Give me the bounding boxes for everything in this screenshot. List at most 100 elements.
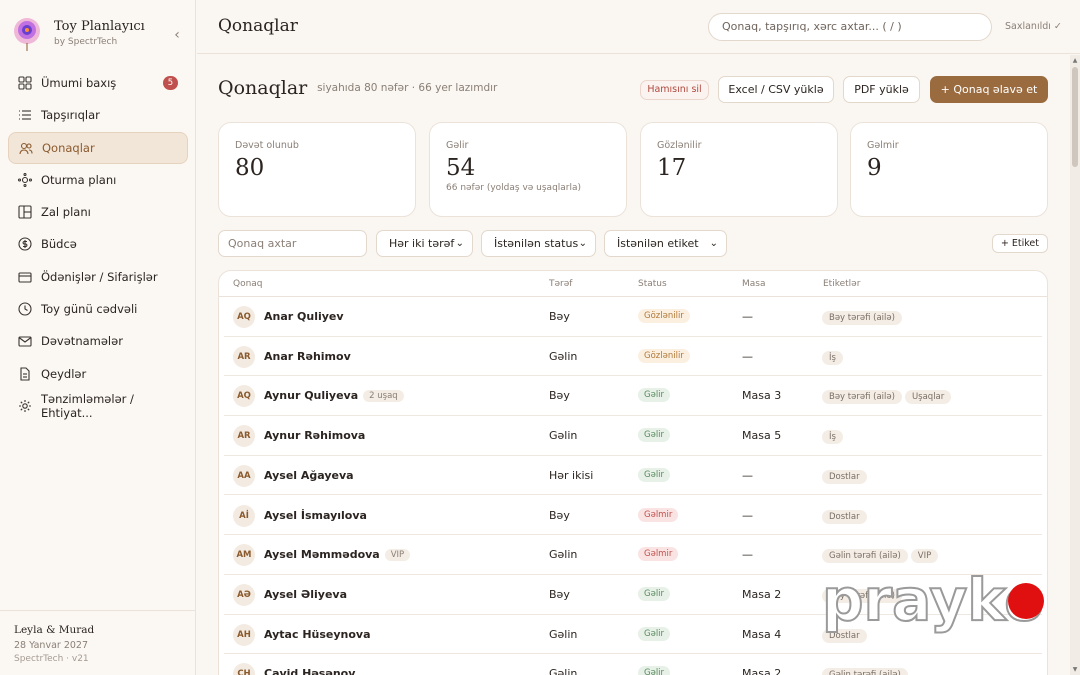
chevron-down-icon: ⌄ <box>709 238 718 249</box>
guest-side: Gəlin <box>549 429 578 443</box>
status-badge[interactable]: Gözlənilir <box>638 348 690 363</box>
sidebar-item-seating[interactable]: Oturma planı <box>8 164 188 196</box>
scroll-up-icon[interactable]: ▲ <box>1071 57 1079 64</box>
status-filter-select[interactable]: İstənilən status ⌄ <box>481 230 596 257</box>
tag-chip[interactable]: Dostlar <box>822 469 867 484</box>
status-badge[interactable]: Gəlir <box>638 666 671 675</box>
tag-list: İş <box>822 428 846 445</box>
users-icon <box>19 141 33 155</box>
guest-name[interactable]: Aynur Quliyeva 2 uşaq <box>264 389 404 403</box>
guest-name-text: Anar Quliyev <box>264 310 344 323</box>
guest-table-number: — <box>742 310 753 323</box>
table-row[interactable]: AA Aysel Ağayeva Hər ikisi Gəlir — Dostlar <box>224 456 1042 496</box>
column-header-table[interactable]: Masa <box>742 279 765 289</box>
status-badge[interactable]: Gəlir <box>638 388 671 403</box>
delete-all-button[interactable]: Hamısını sil <box>640 80 709 100</box>
scrollbar-thumb[interactable] <box>1072 67 1078 167</box>
guest-name[interactable]: Cavid Həsənov <box>264 667 355 675</box>
sidebar-item-overview[interactable]: Ümumi baxış 5 <box>8 67 188 99</box>
sidebar-item-notes[interactable]: Qeydlər <box>8 358 188 390</box>
stat-value: 54 <box>446 155 476 181</box>
card-icon <box>18 270 32 284</box>
avatar: Aİ <box>233 504 255 527</box>
guest-table-number: — <box>742 548 753 562</box>
sidebar-item-schedule[interactable]: Toy günü cədvəli <box>8 293 188 325</box>
column-header-guest[interactable]: Qonaq <box>233 279 263 289</box>
sidebar-nav: Ümumi baxış 5 Tapşırıqlar Qonaqlar Oturm… <box>8 67 188 422</box>
guest-side: Bəy <box>549 587 570 601</box>
table-row[interactable]: AQ Aynur Quliyeva 2 uşaq Bəy Gəlir Masa 3 Bəy … <box>224 376 1042 417</box>
tag-chip[interactable]: İş <box>822 350 843 365</box>
table-row[interactable]: CH Cavid Həsənov Gəlin Gəlir Masa 2 Gəlin tər… <box>224 654 1042 675</box>
guest-name[interactable]: Aysel Ağayeva <box>264 469 354 482</box>
sidebar-item-budget[interactable]: Büdcə <box>8 228 188 260</box>
mail-icon <box>18 334 32 348</box>
global-search-input[interactable]: Qonaq, tapşırıq, xərc axtar... ( / ) <box>708 13 992 41</box>
guest-table-number: Masa 5 <box>742 429 782 443</box>
stats-row: Dəvət olunub 80 Gəlir 54 66 nəfər (yolda… <box>218 122 1048 217</box>
table-row[interactable]: AQ Anar Quliyev Bəy Gözlənilir — Bəy tərəfi (… <box>224 297 1042 337</box>
sidebar-item-guests[interactable]: Qonaqlar <box>8 131 188 164</box>
table-row[interactable]: AR Aynur Rəhimova Gəlin Gəlir Masa 5 İş <box>224 416 1042 456</box>
tag-chip[interactable]: Bəy tərəfi (ailə) <box>822 390 902 405</box>
side-filter-select[interactable]: Hər iki tərəf ⌄ <box>376 230 473 257</box>
document-icon <box>18 367 32 381</box>
sidebar-item-payments[interactable]: Ödənişlər / Sifarişlər <box>8 261 188 293</box>
sidebar-item-label: Qeydlər <box>41 366 87 381</box>
status-badge[interactable]: Gözlənilir <box>638 309 690 323</box>
add-tag-button[interactable]: + Etiket <box>991 234 1048 253</box>
column-header-tags[interactable]: Etiketlər <box>823 279 860 289</box>
tag-filter-select[interactable]: İstənilən etiket ⌄ <box>604 230 727 257</box>
tag-chip[interactable]: İş <box>822 430 843 445</box>
tag-list: Gəlin tərəfi (ailə) <box>822 666 911 675</box>
status-badge[interactable]: Gəlir <box>638 428 671 443</box>
collapse-sidebar-button[interactable]: ‹ <box>166 24 188 46</box>
guest-name-text: Aysel Əliyeva <box>264 587 348 601</box>
pdf-export-button[interactable]: PDF yüklə <box>843 76 920 103</box>
status-badge[interactable]: Gəlir <box>638 467 671 482</box>
table-row[interactable]: Aİ Aysel İsmayılova Bəy Gəlmir — Dostlar <box>224 496 1042 536</box>
sidebar-item-invitations[interactable]: Dəvətnamələr <box>8 325 188 357</box>
sidebar-item-tasks[interactable]: Tapşırıqlar <box>8 99 188 131</box>
status-badge[interactable]: Gəlmir <box>638 547 679 562</box>
guest-side: Bəy <box>549 389 570 403</box>
sidebar-item-hall-plan[interactable]: Zal planı <box>8 196 188 228</box>
tag-chip[interactable]: Uşaqlar <box>904 390 952 405</box>
excel-export-button[interactable]: Excel / CSV yüklə <box>718 76 834 103</box>
column-header-status[interactable]: Status <box>638 279 667 289</box>
status-badge[interactable]: Gəlir <box>638 626 671 641</box>
guest-name[interactable]: Aynur Rəhimova <box>264 429 365 442</box>
page-title: Qonaqlar <box>218 77 308 99</box>
table-row[interactable]: AR Anar Rəhimov Gəlin Gözlənilir — İş <box>224 337 1042 377</box>
status-badge[interactable]: Gəlir <box>638 586 671 601</box>
tag-chip[interactable]: Gəlin tərəfi (ailə) <box>822 668 908 675</box>
tag-list: Gəlin tərəfi (ailə) VIP <box>822 547 941 564</box>
tag-chip[interactable]: Bəy tərəfi (ailə) <box>822 311 902 325</box>
guest-name[interactable]: Aysel İsmayılova <box>264 509 367 522</box>
brand[interactable]: Toy Planlayıcı by SpectrTech ‹ <box>12 14 188 54</box>
sidebar-item-label: Büdcə <box>41 237 77 252</box>
side-filter-value: Hər iki tərəf <box>389 237 455 250</box>
guest-name[interactable]: Aysel Məmmədova VIP <box>264 548 411 562</box>
column-header-side[interactable]: Tərəf <box>549 279 572 289</box>
stat-label: Gəlir <box>446 140 469 151</box>
status-badge[interactable]: Gəlmir <box>638 507 679 522</box>
guest-name-text: Aysel Məmmədova <box>264 548 380 562</box>
sidebar-item-label: Zal planı <box>41 205 91 220</box>
sidebar-item-settings[interactable]: Tənzimləmələr / Ehtiyat... <box>8 390 188 422</box>
add-guest-button[interactable]: + Qonaq əlavə et <box>930 76 1048 103</box>
guest-search-input[interactable]: Qonaq axtar <box>218 230 367 257</box>
tag-chip[interactable]: Dostlar <box>822 509 867 524</box>
guest-table-number: — <box>742 349 753 363</box>
table-header: Qonaq Tərəf Status Masa Etiketlər <box>219 271 1047 297</box>
sidebar-item-label: Oturma planı <box>41 172 117 187</box>
guest-name[interactable]: Aysel Əliyeva <box>264 588 347 601</box>
scrollbar[interactable]: ▲ ▼ <box>1070 55 1080 675</box>
watermark-logo: prayko <box>821 562 1047 642</box>
guest-name[interactable]: Anar Rəhimov <box>264 350 351 363</box>
guest-name[interactable]: Aytac Hüseynova <box>264 628 371 641</box>
sidebar-item-label: Toy günü cədvəli <box>41 302 138 317</box>
scroll-down-icon[interactable]: ▼ <box>1071 666 1079 673</box>
guest-name-text: Aysel Ağayeva <box>264 468 354 482</box>
guest-name[interactable]: Anar Quliyev <box>264 310 344 323</box>
